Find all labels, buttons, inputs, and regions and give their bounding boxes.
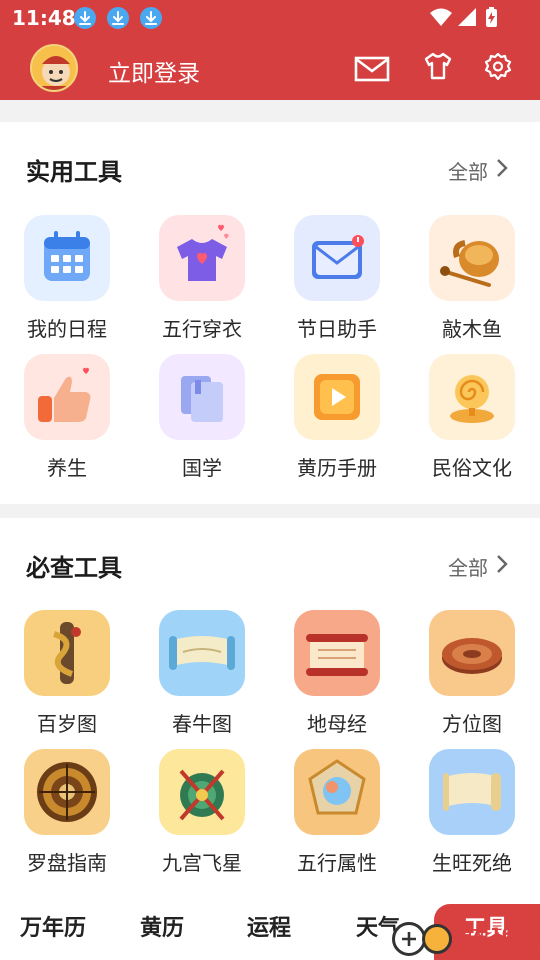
nine-palace-icon — [159, 749, 245, 835]
section-title: 实用工具 — [26, 158, 122, 186]
spiral-pedestal-icon — [429, 354, 515, 440]
tool-compass-guide[interactable]: 罗盘指南 — [12, 749, 122, 876]
view-all-link[interactable]: 全部 — [448, 552, 488, 581]
tool-label: 黄历手册 — [297, 456, 377, 480]
wifi-icon — [430, 8, 452, 26]
login-button[interactable]: 立即登录 — [108, 54, 200, 88]
dragon-scroll-icon — [24, 610, 110, 696]
avatar[interactable] — [30, 44, 78, 92]
tool-nine-palace-stars[interactable]: 九宫飞星 — [147, 749, 257, 876]
tool-label: 春牛图 — [172, 712, 232, 736]
tool-label: 民俗文化 — [432, 456, 512, 480]
tool-health[interactable]: 养生 — [12, 354, 122, 481]
tool-label: 地母经 — [307, 712, 367, 736]
download-icon — [74, 7, 96, 29]
shirt-icon[interactable] — [424, 52, 452, 84]
tool-label: 九宫飞星 — [162, 851, 242, 875]
red-scroll-icon — [294, 610, 380, 696]
tool-label: 百岁图 — [37, 712, 97, 736]
tool-prosper-decline[interactable]: 生旺死绝 — [417, 749, 527, 876]
app-header: 11:48 立即登录 — [0, 0, 540, 100]
books-icon — [159, 354, 245, 440]
practical-tools-card: 实用工具 全部 我的日程 五行穿衣 节日助手 敲木鱼 养生 国学 黄历手册 民俗… — [0, 122, 540, 504]
tool-label: 生旺死绝 — [432, 851, 512, 875]
tool-hundred-years-chart[interactable]: 百岁图 — [12, 610, 122, 737]
status-bar: 11:48 — [0, 0, 540, 36]
mail-icon[interactable] — [354, 56, 390, 86]
settings-gear-icon[interactable] — [484, 52, 512, 85]
tool-almanac-manual[interactable]: 黄历手册 — [282, 354, 392, 481]
watermark-plus-icon — [392, 922, 426, 956]
tool-five-elements-dress[interactable]: 五行穿衣 — [147, 215, 257, 342]
watermark-url: danji100.com — [456, 942, 538, 956]
nav-almanac[interactable]: 黄历 — [140, 910, 184, 942]
status-right-icons — [430, 6, 500, 34]
tool-sinology[interactable]: 国学 — [147, 354, 257, 481]
paper-scroll-icon — [429, 749, 515, 835]
tool-label: 敲木鱼 — [442, 317, 502, 341]
chevron-right-icon[interactable] — [496, 158, 508, 182]
download-icon — [140, 7, 162, 29]
thumbs-up-icon — [24, 354, 110, 440]
battery-charging-icon — [486, 7, 497, 27]
calendar-icon — [24, 215, 110, 301]
section-title: 必查工具 — [26, 554, 122, 582]
tool-label: 五行属性 — [297, 851, 377, 875]
tool-label: 罗盘指南 — [27, 851, 107, 875]
tool-label: 我的日程 — [27, 317, 107, 341]
bronze-disc-icon — [429, 610, 515, 696]
tool-spring-ox-chart[interactable]: 春牛图 — [147, 610, 257, 737]
tool-folk-culture[interactable]: 民俗文化 — [417, 354, 527, 481]
tool-five-elements-attr[interactable]: 五行属性 — [282, 749, 392, 876]
status-time: 11:48 — [12, 6, 76, 30]
envelope-icon — [294, 215, 380, 301]
download-icon — [107, 7, 129, 29]
tool-festival-helper[interactable]: 节日助手 — [282, 215, 392, 342]
compass-icon — [24, 749, 110, 835]
nav-fortune[interactable]: 运程 — [247, 910, 291, 942]
play-book-icon — [294, 354, 380, 440]
must-check-tools-card: 必查工具 全部 百岁图 春牛图 地母经 方位图 罗盘指南 九宫飞星 五行属性 生… — [0, 518, 540, 884]
tool-wooden-fish[interactable]: 敲木鱼 — [417, 215, 527, 342]
tshirt-heart-icon — [159, 215, 245, 301]
tool-label: 五行穿衣 — [162, 317, 242, 341]
tool-direction-chart[interactable]: 方位图 — [417, 610, 527, 737]
watermark-logo-icon — [422, 924, 452, 954]
tool-earth-mother-sutra[interactable]: 地母经 — [282, 610, 392, 737]
five-elements-icon — [294, 749, 380, 835]
tool-label: 养生 — [47, 456, 87, 480]
chevron-right-icon[interactable] — [496, 554, 508, 578]
nav-perpetual-calendar[interactable]: 万年历 — [20, 910, 86, 942]
tool-label: 方位图 — [442, 712, 502, 736]
view-all-link[interactable]: 全部 — [448, 156, 488, 185]
blue-scroll-icon — [159, 610, 245, 696]
tool-label: 国学 — [182, 456, 222, 480]
signal-icon — [458, 8, 476, 26]
tool-my-schedule[interactable]: 我的日程 — [12, 215, 122, 342]
tool-label: 节日助手 — [297, 317, 377, 341]
wooden-fish-icon — [429, 215, 515, 301]
